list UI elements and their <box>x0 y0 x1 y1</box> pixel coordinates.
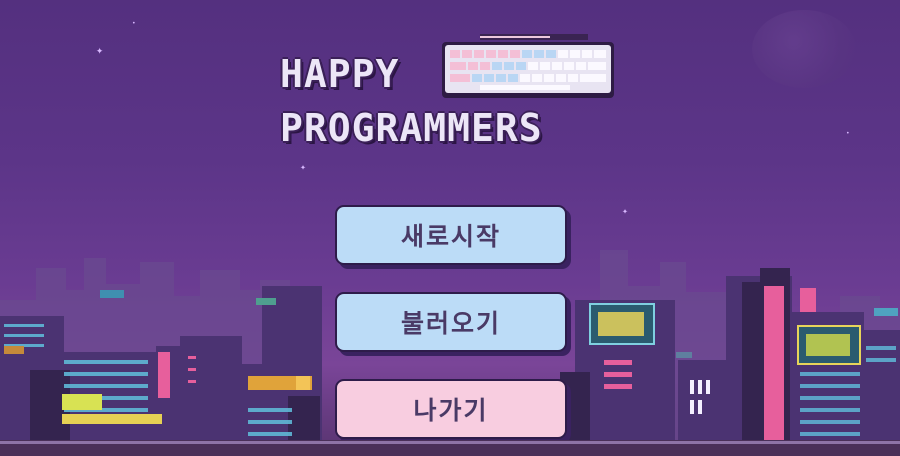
new-game-button[interactable]: 새로시작 <box>335 205 567 265</box>
game-title-screen: ✦ ✦ ✦ • • HAPPY PROGRAMMERS 새로시작 불러오기 나가… <box>0 0 900 456</box>
rail <box>0 441 900 444</box>
load-game-button[interactable]: 불러오기 <box>335 292 567 352</box>
exit-button[interactable]: 나가기 <box>335 379 567 439</box>
keyboard-icon <box>442 34 614 98</box>
title-line-programmers: PROGRAMMERS <box>280 106 543 150</box>
